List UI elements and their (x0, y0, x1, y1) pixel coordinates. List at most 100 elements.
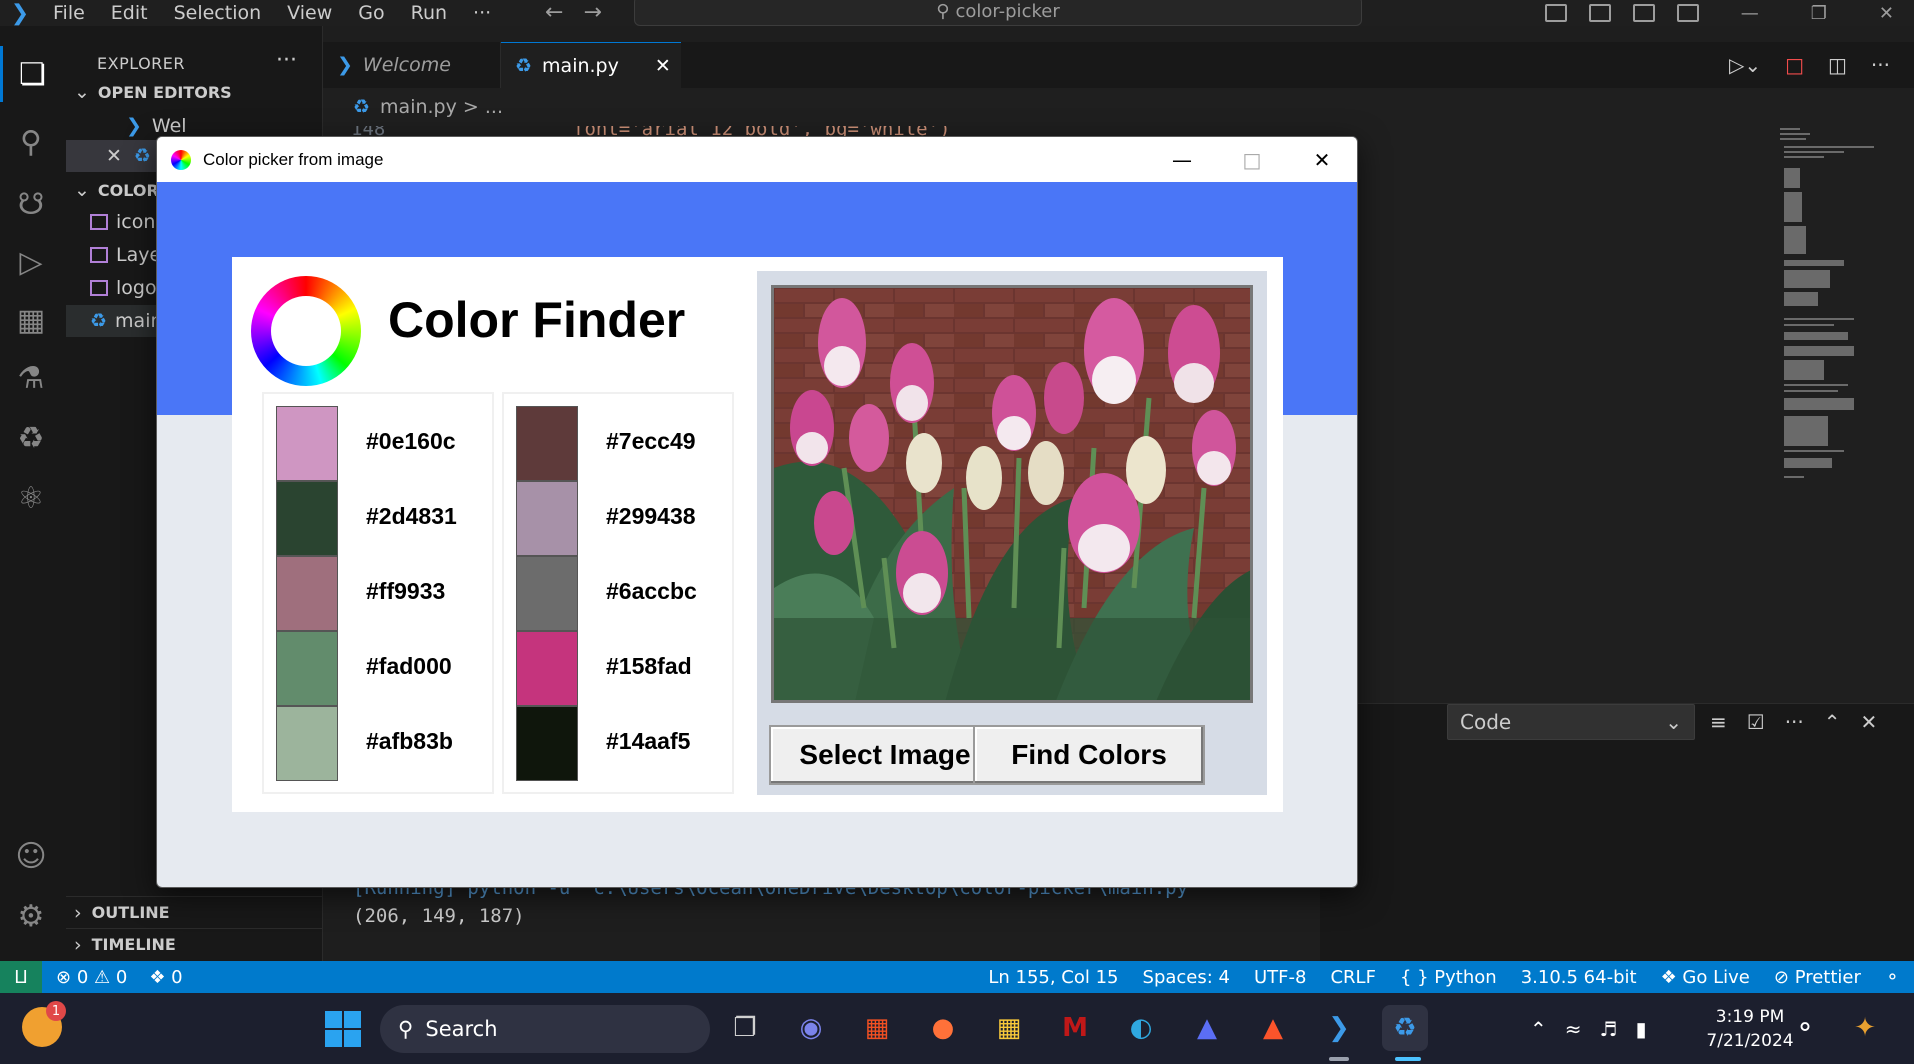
notification-bell-icon[interactable]: ⚬ (1790, 1005, 1820, 1051)
tab-label: main.py (542, 54, 619, 77)
more-icon[interactable]: ··· (1785, 710, 1804, 734)
python-taskbar-icon[interactable]: ♻ (1382, 1005, 1428, 1051)
close-editor-icon[interactable]: ✕ (106, 145, 122, 167)
back-arrow-icon[interactable]: ← (545, 0, 583, 25)
customize-layout-icon[interactable] (1676, 4, 1699, 22)
language-mode[interactable]: { } Python (1400, 967, 1497, 988)
extensions-icon[interactable]: ▦ (0, 292, 62, 348)
menu-selection[interactable]: Selection (161, 0, 275, 26)
weather-badge: 1 (46, 1001, 66, 1021)
ports-status[interactable]: ❖ 0 (149, 967, 182, 988)
prettier-button[interactable]: ⊘ Prettier (1774, 967, 1861, 988)
tab-main-py[interactable]: ♻ main.py ✕ (501, 42, 681, 88)
react-icon[interactable]: ⚛ (0, 470, 62, 526)
copilot-icon[interactable]: ✦ (1842, 1005, 1888, 1051)
explorer-icon[interactable]: ❏ (0, 46, 62, 102)
minimap[interactable] (1778, 128, 1896, 488)
settings-gear-icon[interactable]: ⚙ (0, 888, 62, 944)
maximize-panel-icon[interactable]: ⌃ (1824, 710, 1841, 734)
cursor-position[interactable]: Ln 155, Col 15 (988, 967, 1118, 988)
volume-icon[interactable]: ♬ (1600, 1017, 1618, 1041)
color-swatch (516, 406, 578, 481)
color-row: #158fad (516, 631, 731, 706)
go-live-button[interactable]: ❖ Go Live (1661, 967, 1750, 988)
warning-count: 0 (115, 966, 128, 988)
lock-icon[interactable]: ☑ (1747, 710, 1765, 734)
menu-go[interactable]: Go (345, 0, 397, 26)
editor-actions: ▷⌄ □ ◫ ··· (1729, 42, 1890, 88)
color-swatch (276, 556, 338, 631)
remote-icon[interactable]: ⨿ (0, 961, 42, 993)
tab-welcome[interactable]: ❯ Welcome (323, 42, 501, 88)
forward-arrow-icon[interactable]: → (583, 0, 621, 25)
select-image-button[interactable]: Select Image (769, 725, 1001, 785)
chevron-up-icon[interactable]: ⌃ (1530, 1017, 1547, 1041)
more-actions-icon[interactable]: ··· (1871, 53, 1890, 77)
breadcrumb-path[interactable]: main.py > ... (380, 96, 503, 118)
open-editors-header[interactable]: ⌄ OPEN EDITORS (66, 76, 323, 108)
file-explorer-icon[interactable]: ▦ (986, 1005, 1032, 1051)
run-file-icon[interactable]: ▷⌄ (1729, 53, 1761, 77)
taskbar-search[interactable]: ⚲ Search (380, 1005, 710, 1053)
window-controls: — ❐ ✕ (1544, 0, 1914, 26)
window-titlebar[interactable]: Color picker from image — □ ✕ (157, 137, 1357, 182)
wifi-icon[interactable]: ≈ (1565, 1017, 1582, 1041)
problems-status[interactable]: ⊗ 0 ⚠ 0 (56, 967, 127, 988)
menu-more[interactable]: ··· (460, 0, 504, 26)
start-button[interactable] (325, 1011, 361, 1047)
maximize-icon[interactable]: □ (1217, 137, 1287, 182)
indentation[interactable]: Spaces: 4 (1143, 967, 1230, 988)
menu-run[interactable]: Run (398, 0, 460, 26)
search-icon[interactable]: ⚲ (0, 114, 62, 170)
line-endings[interactable]: CRLF (1330, 967, 1375, 988)
run-debug-icon[interactable]: ▷ (0, 234, 62, 290)
microsoft-store-icon[interactable]: ▦ (854, 1005, 900, 1051)
find-colors-button[interactable]: Find Colors (973, 725, 1205, 785)
output-channel-select[interactable]: Code ⌄ (1447, 704, 1695, 740)
minimize-icon[interactable]: — (1741, 3, 1759, 24)
python-icon[interactable]: ♻ (0, 410, 62, 466)
explorer-more-icon[interactable]: ··· (276, 48, 297, 73)
testing-icon[interactable]: ⚗ (0, 350, 62, 406)
notifications-bell-icon[interactable]: ⚬ (1885, 967, 1900, 988)
python-interpreter[interactable]: 3.10.5 64-bit (1521, 967, 1637, 988)
close-icon[interactable]: ✕ (1287, 137, 1357, 182)
task-view-icon[interactable]: ❐ (722, 1005, 768, 1051)
ports-count: 0 (171, 966, 183, 988)
stop-icon[interactable]: □ (1785, 53, 1804, 77)
brave-icon[interactable]: ▲ (1250, 1005, 1296, 1051)
command-center-search[interactable]: ⚲ color-picker (634, 0, 1362, 26)
battery-icon[interactable]: ▮ (1635, 1017, 1646, 1041)
menu-file[interactable]: File (40, 0, 98, 26)
chevron-down-icon: ⌄ (74, 179, 90, 201)
outline-header[interactable]: › OUTLINE (66, 896, 323, 928)
close-panel-icon[interactable]: ✕ (1861, 710, 1878, 734)
accounts-icon[interactable]: ☺ (0, 828, 62, 884)
toggle-sidebar-icon[interactable] (1544, 4, 1567, 22)
encoding[interactable]: UTF-8 (1254, 967, 1306, 988)
firefox-icon[interactable]: ● (920, 1005, 966, 1051)
toggle-panel-icon[interactable] (1588, 4, 1611, 22)
menu-edit[interactable]: Edit (98, 0, 161, 26)
app-heading: Color Finder (388, 292, 686, 348)
clear-output-icon[interactable]: ≡ (1710, 710, 1727, 734)
minimize-icon[interactable]: — (1147, 137, 1217, 182)
close-tab-icon[interactable]: ✕ (655, 55, 671, 77)
timeline-header[interactable]: › TIMELINE (66, 928, 323, 960)
app-icon[interactable]: ▲ (1184, 1005, 1230, 1051)
mcafee-icon[interactable]: M (1052, 1005, 1098, 1051)
close-icon[interactable]: ✕ (1879, 3, 1894, 24)
edge-icon[interactable]: ◐ (1118, 1005, 1164, 1051)
menu-view[interactable]: View (274, 0, 345, 26)
restore-icon[interactable]: ❐ (1811, 3, 1827, 24)
language-label: Python (1434, 966, 1497, 988)
split-editor-icon[interactable]: ◫ (1828, 53, 1847, 77)
source-control-icon[interactable]: ☋ (0, 176, 62, 232)
toggle-secondary-sidebar-icon[interactable] (1632, 4, 1655, 22)
teams-chat-icon[interactable]: ◉ (788, 1005, 834, 1051)
vscode-taskbar-icon[interactable]: ❯ (1316, 1005, 1362, 1051)
clock[interactable]: 3:19 PM 7/21/2024 (1700, 1005, 1800, 1053)
color-swatch (516, 481, 578, 556)
tab-label: Welcome (362, 54, 451, 76)
color-wheel-logo-icon (251, 276, 361, 386)
